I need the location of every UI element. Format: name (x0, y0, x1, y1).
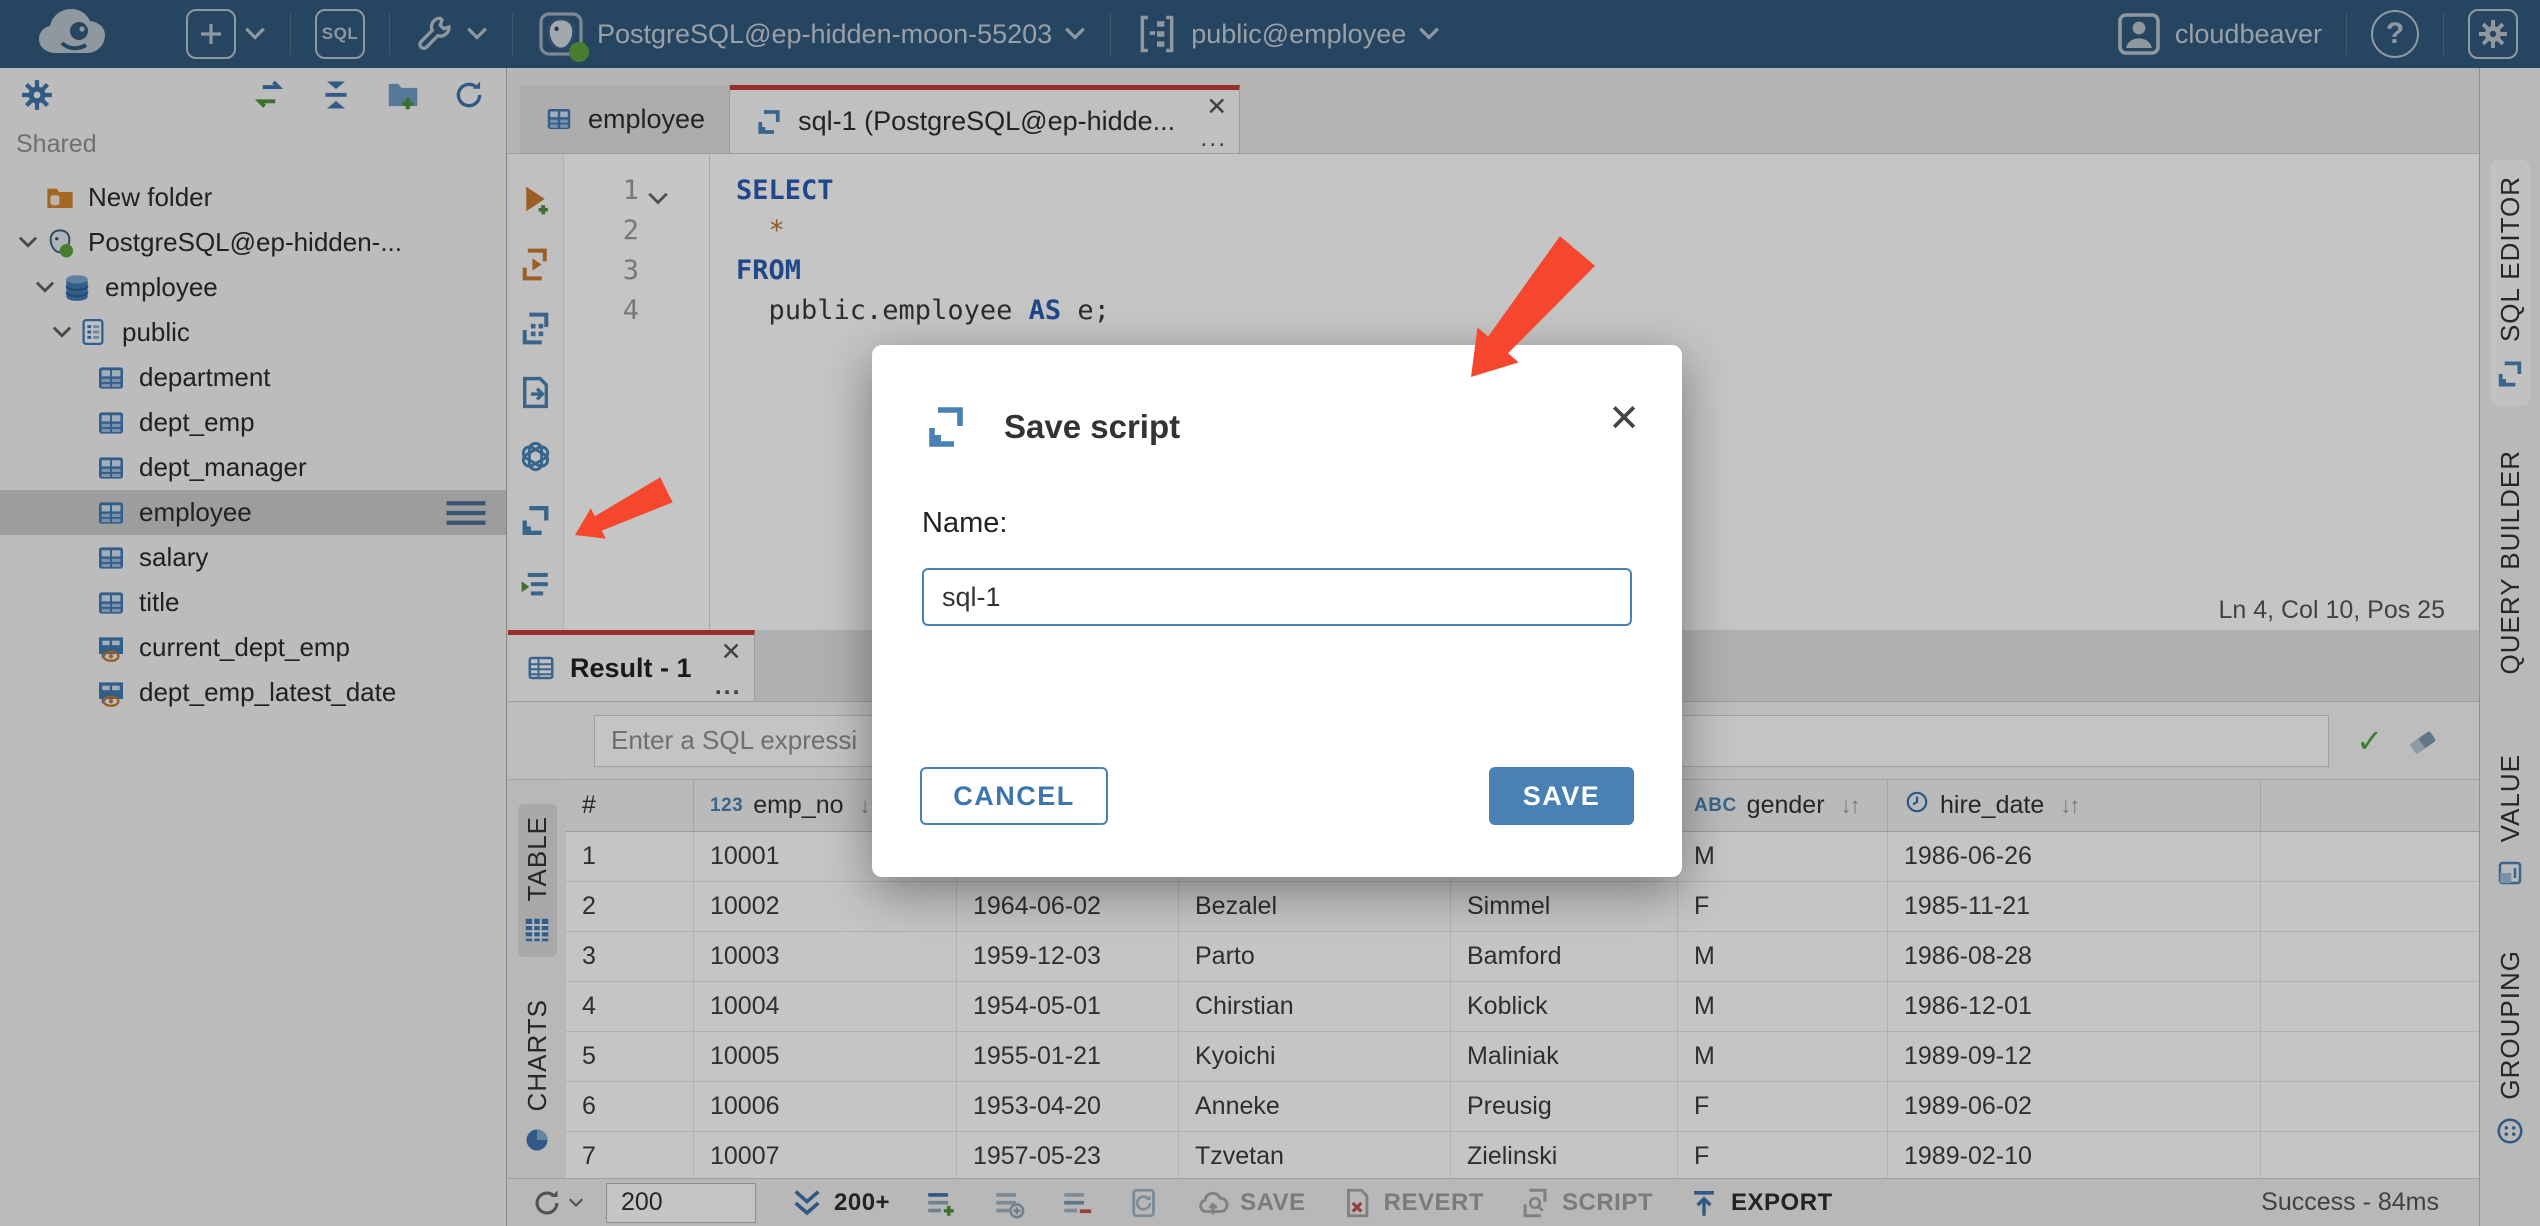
script-name-input[interactable] (922, 568, 1632, 626)
cancel-button[interactable]: CANCEL (920, 767, 1108, 825)
save-script-dialog: Save script ✕ Name: CANCEL SAVE (872, 345, 1682, 877)
script-icon (929, 407, 963, 447)
dialog-title: Save script (1004, 408, 1181, 445)
name-field-label: Name: (922, 507, 1008, 539)
cloudbeaver-app: SQL PostgreSQL@ep-hidden-moon-55203 publ… (0, 0, 2540, 1226)
close-dialog-icon[interactable]: ✕ (1608, 399, 1640, 437)
save-button[interactable]: SAVE (1489, 767, 1634, 825)
